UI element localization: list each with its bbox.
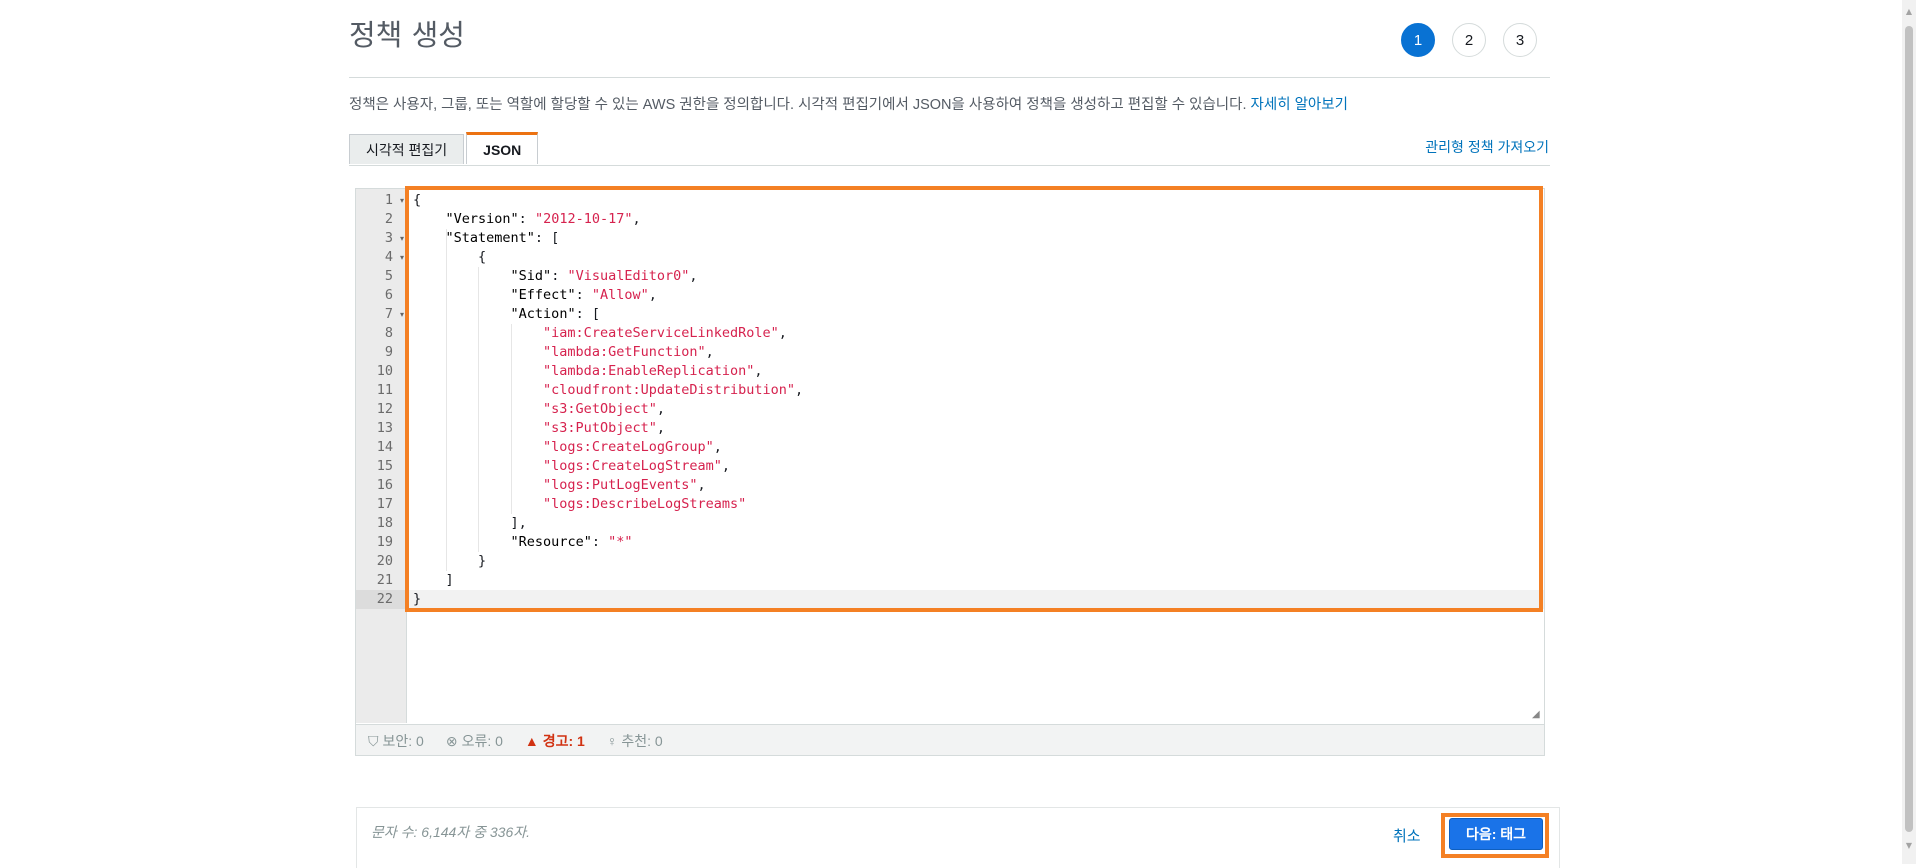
footer-bar: 문자 수: 6,144자 중 336자. 취소 다음: 태그	[356, 807, 1560, 868]
line-number: 5	[384, 268, 393, 284]
code-line[interactable]: "logs:PutLogEvents",	[408, 476, 1544, 495]
shield-icon: ⛉	[368, 732, 379, 749]
security-status[interactable]: ⛉ 보안: 0	[368, 731, 424, 751]
resize-handle-icon[interactable]: ◢	[1532, 709, 1542, 720]
fold-arrow-icon[interactable]: ▾	[400, 229, 404, 248]
editor-tabs: 시각적 편집기 JSON	[349, 132, 540, 164]
step-1-indicator[interactable]: 1	[1401, 23, 1435, 57]
line-number: 16	[376, 477, 393, 493]
line-number: 20	[376, 553, 393, 569]
line-number: 12	[376, 401, 393, 417]
tab-visual-editor[interactable]: 시각적 편집기	[349, 134, 465, 164]
errors-status[interactable]: ⊗ 오류: 0	[446, 731, 503, 751]
warnings-status[interactable]: ▲ 경고: 1	[525, 731, 585, 751]
security-count: 보안: 0	[382, 733, 424, 749]
scrollbar-thumb[interactable]	[1905, 26, 1913, 832]
line-number: 22	[356, 590, 407, 609]
import-managed-policy-link[interactable]: 관리형 정책 가져오기	[1425, 137, 1549, 157]
step-3-indicator[interactable]: 3	[1503, 23, 1537, 57]
code-line[interactable]: "Action": [	[408, 305, 1544, 324]
learn-more-link[interactable]: 자세히 알아보기	[1251, 97, 1348, 113]
character-count: 문자 수: 6,144자 중 336자.	[371, 824, 531, 840]
line-number: 17	[376, 496, 393, 512]
code-line[interactable]: "Version": "2012-10-17",	[408, 210, 1544, 229]
line-number: 15	[376, 458, 393, 474]
line-number: 18	[376, 515, 393, 531]
code-line[interactable]: "Statement": [	[408, 229, 1544, 248]
code-line[interactable]: "logs:DescribeLogStreams"	[408, 495, 1544, 514]
tab-json[interactable]: JSON	[466, 132, 539, 164]
code-line[interactable]: "iam:CreateServiceLinkedRole",	[408, 324, 1544, 343]
suggestions-status[interactable]: ♀ 추천: 0	[607, 731, 663, 751]
line-number: 6	[384, 287, 393, 303]
code-line[interactable]: "Resource": "*"	[408, 533, 1544, 552]
next-tags-button[interactable]: 다음: 태그	[1449, 818, 1543, 850]
code-line[interactable]: "Effect": "Allow",	[408, 286, 1544, 305]
step-2-indicator[interactable]: 2	[1452, 23, 1486, 57]
code-line[interactable]: "Sid": "VisualEditor0",	[408, 267, 1544, 286]
code-area[interactable]: { "Version": "2012-10-17", "Statement": …	[408, 189, 1544, 723]
fold-arrow-icon[interactable]: ▾	[400, 305, 404, 324]
code-line[interactable]: "logs:CreateLogGroup",	[408, 438, 1544, 457]
lightbulb-icon: ♀	[606, 733, 618, 749]
fold-arrow-icon[interactable]: ▾	[400, 248, 404, 267]
cancel-button[interactable]: 취소	[1393, 825, 1421, 846]
code-line[interactable]: }	[408, 590, 1544, 609]
line-number: 2	[384, 211, 393, 227]
validation-status-bar: ⛉ 보안: 0 ⊗ 오류: 0 ▲ 경고: 1 ♀ 추천: 0	[356, 724, 1544, 755]
code-line[interactable]: "lambda:EnableReplication",	[408, 362, 1544, 381]
line-number: 21	[376, 572, 393, 588]
description-text: 정책은 사용자, 그룹, 또는 역할에 할당할 수 있는 AWS 권한을 정의합…	[349, 97, 1251, 113]
fold-arrow-icon[interactable]: ▾	[400, 191, 404, 210]
scroll-up-arrow-icon[interactable]: ▲	[1902, 4, 1916, 18]
code-line[interactable]: "s3:GetObject",	[408, 400, 1544, 419]
tabs-divider	[349, 165, 1550, 166]
page-scrollbar[interactable]: ▲ ▼	[1902, 0, 1916, 864]
description: 정책은 사용자, 그룹, 또는 역할에 할당할 수 있는 AWS 권한을 정의합…	[349, 93, 1348, 114]
wizard-steps: 1 2 3	[1401, 23, 1537, 57]
code-line[interactable]: "s3:PutObject",	[408, 419, 1544, 438]
warning-triangle-icon: ▲	[524, 733, 539, 749]
line-number: 8	[384, 325, 393, 341]
errors-count: 오류: 0	[461, 733, 503, 749]
code-line[interactable]: "cloudfront:UpdateDistribution",	[408, 381, 1544, 400]
line-number: 11	[376, 382, 393, 398]
line-number: 10	[376, 363, 393, 379]
line-number: 14	[376, 439, 393, 455]
page-title: 정책 생성	[349, 18, 465, 52]
line-number: 9	[384, 344, 393, 360]
warnings-count: 경고: 1	[542, 733, 585, 749]
line-number-gutter: 1 ▾ 2 3 ▾ 4 ▾ 5 6 7 ▾ 8 9 10 11 12 13 14 15 16 17 18 19 20 21 22	[356, 189, 407, 723]
line-number: 13	[376, 420, 393, 436]
code-line[interactable]: "logs:CreateLogStream",	[408, 457, 1544, 476]
code-line[interactable]: {	[408, 248, 1544, 267]
suggestions-count: 추천: 0	[621, 733, 663, 749]
code-line[interactable]: ],	[408, 514, 1544, 533]
title-divider	[349, 77, 1550, 78]
line-number: 19	[376, 534, 393, 550]
error-circle-icon: ⊗	[445, 732, 458, 749]
code-line[interactable]: "lambda:GetFunction",	[408, 343, 1544, 362]
json-editor[interactable]: 1 ▾ 2 3 ▾ 4 ▾ 5 6 7 ▾ 8 9 10 11 12 13 14 15 16 17 18 19 20 21 22 …	[355, 188, 1545, 756]
code-line[interactable]: }	[408, 552, 1544, 571]
code-line[interactable]: ]	[408, 571, 1544, 590]
scroll-down-arrow-icon[interactable]: ▼	[1902, 838, 1916, 852]
code-line[interactable]: {	[408, 191, 1544, 210]
